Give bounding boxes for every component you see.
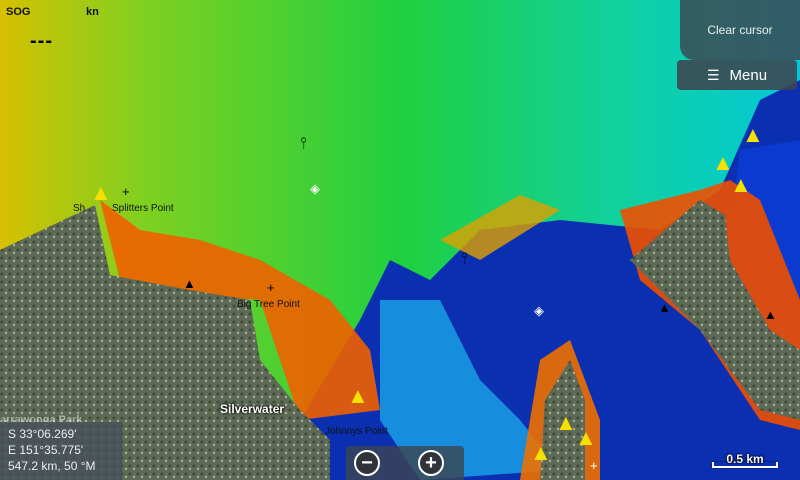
- place-label-johnnys-point: Johnnys Point: [325, 426, 388, 437]
- rock-icon[interactable]: ▲: [764, 307, 777, 322]
- scale-bar-line: [712, 462, 778, 468]
- sog-label: SOG: [6, 6, 31, 18]
- place-label-splitters-point: Splitters Point: [112, 203, 174, 214]
- minus-icon: −: [361, 452, 373, 474]
- menu-button[interactable]: ☰ Menu: [677, 60, 797, 90]
- speed-unit-label: kn: [86, 6, 99, 18]
- cursor-longitude: E 151°35.775': [8, 443, 84, 457]
- buoy-icon[interactable]: ▲: [555, 410, 577, 436]
- place-label-silverwater: Silverwater: [220, 402, 285, 416]
- clear-cursor-label: Clear cursor: [707, 23, 773, 37]
- cursor-range-bearing: 547.2 km, 50 °M: [8, 459, 96, 473]
- plus-icon: +: [425, 452, 437, 474]
- hamburger-icon: ☰: [706, 66, 720, 83]
- clear-cursor-button[interactable]: Clear cursor: [680, 0, 800, 60]
- zoom-in-button[interactable]: +: [418, 450, 444, 476]
- crosshair-icon: +: [590, 458, 598, 473]
- scale-bar: 0.5 km: [712, 452, 778, 470]
- place-label-sh: Sh: [73, 203, 86, 214]
- zoom-out-button[interactable]: −: [354, 450, 380, 476]
- menu-label: Menu: [729, 66, 768, 84]
- wreck-icon[interactable]: ◈: [310, 181, 320, 197]
- buoy-icon[interactable]: ▲: [90, 180, 112, 206]
- buoy-icon[interactable]: ▲: [347, 383, 369, 409]
- rock-icon[interactable]: ▲: [658, 300, 671, 315]
- crosshair-icon: +: [122, 184, 130, 199]
- beacon-icon[interactable]: ⫯: [300, 135, 307, 153]
- wreck-icon[interactable]: ◈: [534, 303, 544, 319]
- buoy-icon[interactable]: ▲: [575, 425, 597, 451]
- place-label-big-tree-point: Big Tree Point: [237, 299, 300, 310]
- buoy-icon[interactable]: ▲: [742, 122, 764, 148]
- cursor-latitude: S 33°06.269': [8, 427, 77, 441]
- sog-value: ---: [30, 30, 53, 52]
- beacon-icon[interactable]: ⫯: [461, 250, 468, 268]
- zoom-controls: − +: [346, 446, 464, 480]
- buoy-icon[interactable]: ▲: [530, 440, 552, 466]
- rock-icon[interactable]: ▲: [183, 276, 196, 291]
- buoy-icon[interactable]: ▲: [730, 172, 752, 198]
- cursor-position-panel: S 33°06.269' E 151°35.775' 547.2 km, 50 …: [0, 422, 122, 480]
- crosshair-icon: +: [267, 280, 275, 295]
